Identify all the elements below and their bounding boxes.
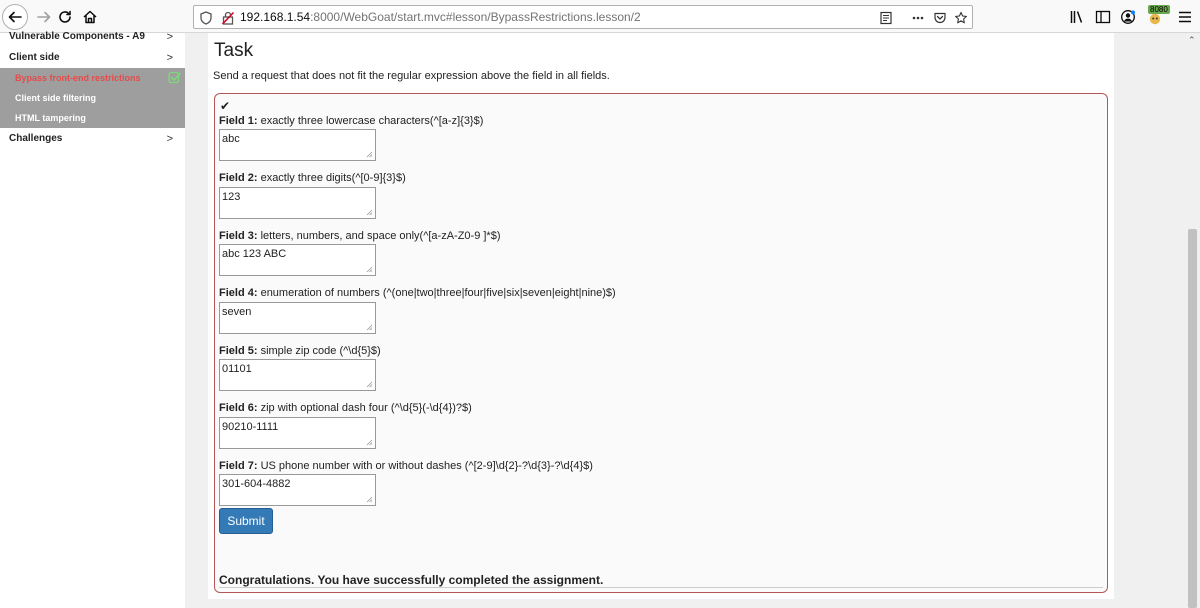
field-4-textarea[interactable]: seven — [219, 302, 376, 334]
url-text[interactable]: 192.168.1.54:8000/WebGoat/start.mvc#less… — [240, 10, 641, 24]
insecure-lock-icon[interactable] — [220, 10, 236, 26]
reload-icon — [59, 10, 71, 23]
field-name: Field 5: — [219, 345, 258, 357]
completed-checkmark-icon: ✔ — [220, 99, 231, 113]
field-5-label: Field 5: simple zip code (^\d{5}$) — [219, 345, 381, 357]
field-name: Field 7: — [219, 460, 258, 472]
field-6-label: Field 6: zip with optional dash four (^\… — [219, 402, 472, 414]
divider — [219, 587, 1103, 588]
field-value: 01101 — [222, 363, 252, 375]
submit-button[interactable]: Submit — [219, 508, 273, 534]
sidebar-item-client-side[interactable]: Client side > — [0, 48, 185, 68]
field-name: Field 6: — [219, 402, 258, 414]
field-description: US phone number with or without dashes (… — [257, 460, 593, 472]
chevron-right-icon: > — [166, 133, 173, 145]
field-description: enumeration of numbers (^(one|two|three|… — [257, 287, 616, 299]
field-description: exactly three lowercase characters(^[a-z… — [257, 115, 484, 127]
resize-grip-icon[interactable] — [366, 496, 373, 503]
pocket-icon[interactable] — [932, 10, 948, 26]
field-description: exactly three digits(^[0-9]{3}$) — [257, 172, 406, 184]
field-5-textarea[interactable]: 01101 — [219, 359, 376, 391]
url-bar[interactable]: 192.168.1.54:8000/WebGoat/start.mvc#less… — [193, 5, 973, 29]
field-value: seven — [222, 306, 252, 318]
resize-grip-icon[interactable] — [366, 381, 373, 388]
field-name: Field 1: — [219, 115, 258, 127]
resize-grip-icon[interactable] — [366, 266, 373, 273]
resize-grip-icon[interactable] — [366, 209, 373, 216]
field-6-textarea[interactable]: 90210-1111 — [219, 417, 376, 449]
resize-grip-icon[interactable] — [366, 151, 373, 158]
field-2-textarea[interactable]: 123 — [219, 187, 376, 219]
chevron-right-icon: > — [166, 31, 173, 43]
arrow-right-icon — [37, 11, 51, 23]
arrow-left-icon — [8, 11, 22, 23]
field-name: Field 4: — [219, 287, 258, 299]
proxy-port-badge: 8080 — [1148, 5, 1170, 14]
lesson-content: Task Send a request that does not fit th… — [208, 33, 1114, 599]
scrollbar-thumb[interactable] — [1188, 229, 1197, 608]
sidebar-item-label: HTML tampering — [15, 113, 86, 123]
field-name: Field 3: — [219, 230, 258, 242]
sidebar-toggle-icon[interactable] — [1094, 8, 1112, 26]
url-path: :8000/WebGoat/start.mvc#lesson/BypassRes… — [310, 10, 641, 24]
hamburger-menu-icon[interactable] — [1176, 8, 1194, 26]
sidebar-item-challenges[interactable]: Challenges > — [0, 129, 185, 149]
field-1-textarea[interactable]: abc — [219, 129, 376, 161]
sidebar-item-label: Bypass front-end restrictions — [15, 73, 141, 83]
assignment-form: ✔ Field 1: exactly three lowercase chara… — [214, 93, 1108, 593]
account-icon[interactable] — [1119, 8, 1137, 26]
task-description: Send a request that does not fit the reg… — [213, 70, 610, 82]
sidebar-item-label: Challenges — [9, 133, 63, 144]
field-7-label: Field 7: US phone number with or without… — [219, 460, 593, 472]
home-icon — [83, 10, 97, 24]
field-1-label: Field 1: exactly three lowercase charact… — [219, 115, 483, 127]
field-3-label: Field 3: letters, numbers, and space onl… — [219, 230, 501, 242]
sidebar-item-html-tampering[interactable]: HTML tampering — [0, 108, 185, 128]
bookmark-star-icon[interactable] — [953, 10, 969, 26]
field-name: Field 2: — [219, 172, 258, 184]
field-3-textarea[interactable]: abc 123 ABC — [219, 244, 376, 276]
field-value: 123 — [222, 191, 241, 203]
scroll-up-arrow-icon[interactable]: ⌃ — [1188, 35, 1196, 46]
field-value: abc — [222, 133, 240, 145]
library-icon[interactable] — [1068, 8, 1086, 26]
field-2-label: Field 2: exactly three digits(^[0-9]{3}$… — [219, 172, 406, 184]
field-value: abc 123 ABC — [222, 248, 287, 260]
field-description: simple zip code (^\d{5}$) — [257, 345, 381, 357]
page-scrollbar[interactable]: ⌃ — [1185, 33, 1200, 608]
completed-check-icon — [168, 71, 181, 84]
resize-grip-icon[interactable] — [366, 439, 373, 446]
field-description: letters, numbers, and space only(^[a-zA-… — [257, 230, 501, 242]
sidebar-item-label: Vulnerable Components - A9 — [9, 31, 145, 42]
sidebar-item-vulnerable-components[interactable]: Vulnerable Components - A9 > — [0, 27, 185, 47]
field-value: 90210-1111 — [222, 421, 279, 433]
sidebar-item-client-side-filtering[interactable]: Client side filtering — [0, 88, 185, 108]
chevron-right-icon: > — [166, 52, 173, 64]
sidebar-item-bypass-front-end-restrictions[interactable]: Bypass front-end restrictions — [0, 68, 185, 88]
success-message: Congratulations. You have successfully c… — [219, 573, 604, 587]
page-actions-icon[interactable] — [910, 10, 926, 26]
url-host: 192.168.1.54 — [240, 10, 311, 24]
field-7-textarea[interactable]: 301-604-4882 — [219, 474, 376, 506]
field-value: 301-604-4882 — [222, 478, 291, 490]
field-description: zip with optional dash four (^\d{5}(-\d{… — [257, 402, 472, 414]
sidebar-item-label: Client side — [9, 52, 60, 63]
resize-grip-icon[interactable] — [366, 324, 373, 331]
reader-view-icon[interactable] — [878, 10, 894, 26]
shield-icon[interactable] — [198, 10, 214, 26]
sidebar-item-label: Client side filtering — [15, 93, 97, 103]
field-4-label: Field 4: enumeration of numbers (^(one|t… — [219, 287, 616, 299]
task-title: Task — [214, 40, 254, 61]
lesson-sidebar: Vulnerable Components - A9 > Client side… — [0, 31, 185, 608]
